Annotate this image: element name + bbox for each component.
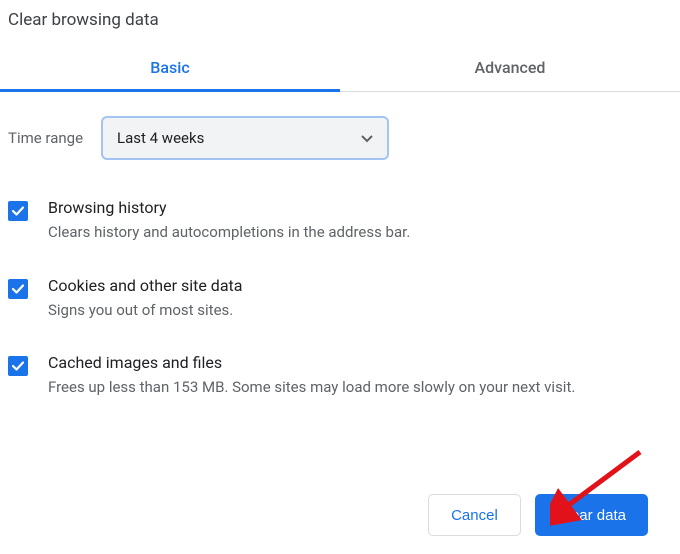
tab-label: Advanced — [475, 58, 546, 77]
option-title: Cached images and files — [48, 353, 672, 372]
time-range-value: Last 4 weeks — [117, 129, 204, 147]
option-text: Cached images and files Frees up less th… — [48, 353, 672, 399]
time-range-select[interactable]: Last 4 weeks — [101, 116, 389, 160]
options-list: Browsing history Clears history and auto… — [0, 166, 680, 417]
option-desc: Clears history and autocompletions in th… — [48, 221, 672, 244]
option-text: Cookies and other site data Signs you ou… — [48, 276, 672, 322]
option-title: Cookies and other site data — [48, 276, 672, 295]
option-text: Browsing history Clears history and auto… — [48, 198, 672, 244]
checkmark-icon — [11, 204, 25, 218]
checkbox-cookies[interactable] — [8, 279, 28, 299]
chevron-down-icon — [361, 129, 373, 147]
tab-basic[interactable]: Basic — [0, 48, 340, 91]
clear-browsing-data-dialog: Clear browsing data Basic Advanced Time … — [0, 0, 680, 417]
tabs: Basic Advanced — [0, 48, 680, 92]
checkmark-icon — [11, 359, 25, 373]
checkbox-browsing-history[interactable] — [8, 201, 28, 221]
checkbox-cache[interactable] — [8, 356, 28, 376]
clear-data-button[interactable]: Clear data — [535, 494, 648, 536]
tab-label: Basic — [150, 58, 189, 77]
dialog-title: Clear browsing data — [0, 0, 680, 48]
option-cache: Cached images and files Frees up less th… — [8, 339, 672, 417]
option-desc: Signs you out of most sites. — [48, 299, 672, 322]
tab-advanced[interactable]: Advanced — [340, 48, 680, 91]
option-desc: Frees up less than 153 MB. Some sites ma… — [48, 376, 672, 399]
time-range-label: Time range — [8, 129, 83, 147]
dialog-footer: Cancel Clear data — [428, 494, 648, 536]
option-cookies: Cookies and other site data Signs you ou… — [8, 262, 672, 340]
time-range-row: Time range Last 4 weeks — [0, 92, 680, 166]
button-label: Clear data — [557, 507, 626, 524]
checkmark-icon — [11, 282, 25, 296]
button-label: Cancel — [451, 507, 498, 524]
option-title: Browsing history — [48, 198, 672, 217]
option-browsing-history: Browsing history Clears history and auto… — [8, 184, 672, 262]
cancel-button[interactable]: Cancel — [428, 494, 521, 536]
